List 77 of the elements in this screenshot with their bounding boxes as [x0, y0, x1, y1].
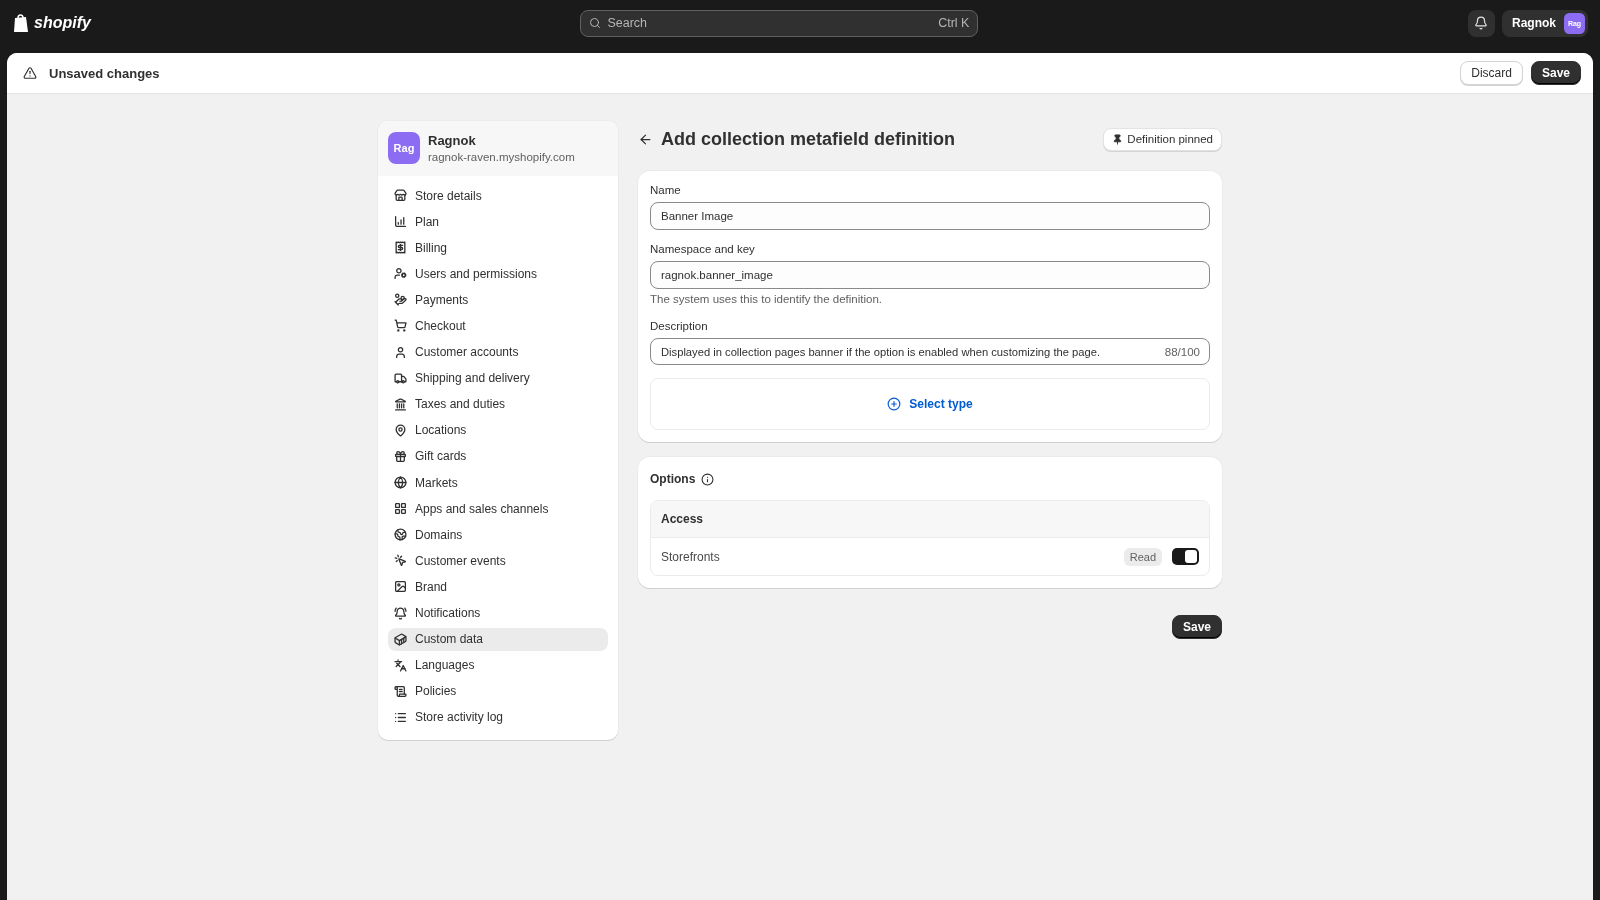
globe-icon: [394, 476, 407, 490]
discard-button[interactable]: Discard: [1460, 61, 1523, 85]
field-label: Description: [650, 320, 709, 332]
map-pin-icon: [394, 423, 407, 437]
toggle-switch[interactable]: [1172, 548, 1199, 565]
sidebar-item[interactable]: Checkout: [388, 314, 608, 338]
hand-coins-icon: [394, 293, 407, 307]
help-text: The system uses this to identify the definition.: [650, 293, 884, 305]
table-header: Access: [651, 501, 1209, 538]
sidebar-item[interactable]: Markets: [388, 471, 608, 495]
notifications-button[interactable]: [1468, 9, 1495, 37]
store-domain: ragnok-raven.myshopify.com: [428, 151, 575, 163]
shopify-logo[interactable]: shopify: [12, 13, 91, 33]
field-value: Displayed in collection pages banner if the option is enabled when customizing the page.: [661, 345, 1102, 358]
pointer-click-icon: [394, 554, 407, 568]
sidebar-item[interactable]: Brand: [388, 575, 608, 599]
receipt-icon: [394, 241, 407, 255]
gift-icon: [394, 449, 407, 463]
sidebar-item[interactable]: Store activity log: [388, 705, 608, 729]
list-icon: [394, 710, 407, 724]
options-title: Options: [650, 472, 696, 486]
sidebar-item[interactable]: Customer accounts: [388, 340, 608, 364]
save-bar-title: Unsaved changes: [49, 65, 161, 81]
info-icon[interactable]: [701, 472, 715, 486]
sidebar-item[interactable]: Customer events: [388, 549, 608, 573]
page-title: Add collection metafield definition: [661, 128, 956, 150]
store-icon: [394, 189, 407, 202]
bar-chart-icon: [394, 215, 407, 229]
sidebar-item[interactable]: Store details: [388, 184, 608, 207]
sidebar-item[interactable]: Gift cards: [388, 444, 608, 468]
access-badge: Read: [1123, 547, 1162, 566]
grid-icon: [394, 502, 407, 516]
back-button[interactable]: [638, 131, 653, 147]
input-field[interactable]: ragnok.banner_image: [650, 261, 1210, 289]
sidebar-item[interactable]: Shipping and delivery: [388, 366, 608, 390]
pin-button[interactable]: Definition pinned: [1103, 127, 1222, 151]
search-field[interactable]: Search Ctrl K: [580, 9, 979, 37]
container-icon: [394, 632, 407, 646]
truck-icon: [394, 371, 407, 385]
globe-icon: [394, 528, 407, 542]
user-gear-icon: [394, 267, 407, 281]
sidebar-item[interactable]: Domains: [388, 523, 608, 547]
sidebar-item[interactable]: Languages: [388, 653, 608, 677]
sidebar-item[interactable]: Notifications: [388, 601, 608, 625]
translate-icon: [394, 658, 407, 672]
sidebar-item[interactable]: Taxes and duties: [388, 392, 608, 416]
description-field[interactable]: Displayed in collection pages banner if the option is enabled when customizing the page. 88/100: [650, 338, 1210, 365]
save-button[interactable]: Save: [1530, 61, 1581, 85]
shortcut-hint: Ctrl K: [938, 16, 970, 30]
row-label: Storefronts: [661, 549, 721, 564]
sidebar-item[interactable]: Plan: [388, 210, 608, 234]
select-type-button[interactable]: Select type: [881, 396, 979, 412]
pin-icon: [1112, 133, 1124, 145]
scroll-icon: [394, 684, 407, 698]
sidebar-item[interactable]: Locations: [388, 418, 608, 442]
sidebar-item[interactable]: Policies: [388, 679, 608, 703]
cart-icon: [394, 319, 407, 333]
bank-icon: [394, 397, 407, 411]
bell-icon: [394, 606, 407, 620]
user-icon: [394, 345, 407, 359]
store-avatar: Rag: [388, 132, 420, 164]
save-button[interactable]: Save: [1171, 615, 1222, 639]
character-count: 88/100: [1164, 345, 1200, 358]
image-icon: [394, 580, 407, 594]
store-name: Ragnok: [428, 133, 477, 148]
plus-circle-icon: [887, 397, 902, 411]
field-label: Name: [650, 184, 682, 196]
sidebar-item[interactable]: Payments: [388, 288, 608, 312]
sidebar-item[interactable]: Custom data: [388, 627, 608, 651]
bell-icon: [1474, 16, 1489, 30]
sidebar-item[interactable]: Billing: [388, 236, 608, 260]
input-field[interactable]: Banner Image: [650, 202, 1210, 230]
field-label: Namespace and key: [650, 243, 756, 255]
sidebar-item[interactable]: Users and permissions: [388, 262, 608, 286]
warning-icon: [23, 66, 37, 80]
search-icon: [589, 17, 602, 29]
sidebar-item[interactable]: Apps and sales channels: [388, 497, 608, 521]
